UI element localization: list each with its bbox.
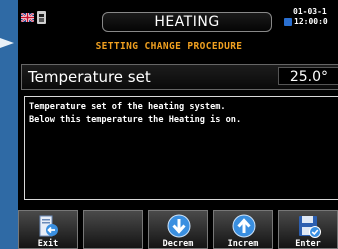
uk-flag-icon bbox=[21, 13, 34, 22]
function-key-bar: Exit Decrem Increm Enter bbox=[18, 210, 338, 249]
date-display: 01-03-1 bbox=[293, 7, 327, 16]
sim-card-icon bbox=[37, 11, 46, 24]
increment-label: Increm bbox=[227, 239, 259, 249]
enter-button[interactable]: Enter bbox=[278, 210, 338, 249]
time-display: 12:00:0 bbox=[294, 17, 328, 26]
page-title: HEATING bbox=[102, 12, 272, 32]
parameter-label: Temperature set bbox=[28, 68, 151, 86]
procedure-subtitle: SETTING CHANGE PROCEDURE bbox=[95, 41, 243, 52]
exit-button[interactable]: Exit bbox=[18, 210, 78, 249]
decrement-label: Decrem bbox=[162, 239, 194, 249]
save-icon bbox=[299, 216, 321, 238]
blank-function-key[interactable] bbox=[83, 210, 143, 249]
enter-label: Enter bbox=[295, 239, 321, 249]
clock-icon bbox=[284, 18, 292, 26]
arrow-down-icon bbox=[167, 214, 191, 238]
arrow-up-icon bbox=[232, 214, 256, 238]
exit-icon bbox=[39, 215, 58, 237]
parameter-row: Temperature set 25.0° bbox=[21, 64, 338, 90]
description-line-2: Below this temperature the Heating is on… bbox=[29, 115, 242, 125]
increment-button[interactable]: Increm bbox=[213, 210, 273, 249]
parameter-value-field[interactable]: 25.0° bbox=[278, 67, 338, 85]
exit-label: Exit bbox=[37, 239, 59, 249]
decrement-button[interactable]: Decrem bbox=[148, 210, 208, 249]
description-box: Temperature set of the heating system. B… bbox=[24, 96, 338, 200]
description-line-1: Temperature set of the heating system. bbox=[29, 102, 226, 112]
